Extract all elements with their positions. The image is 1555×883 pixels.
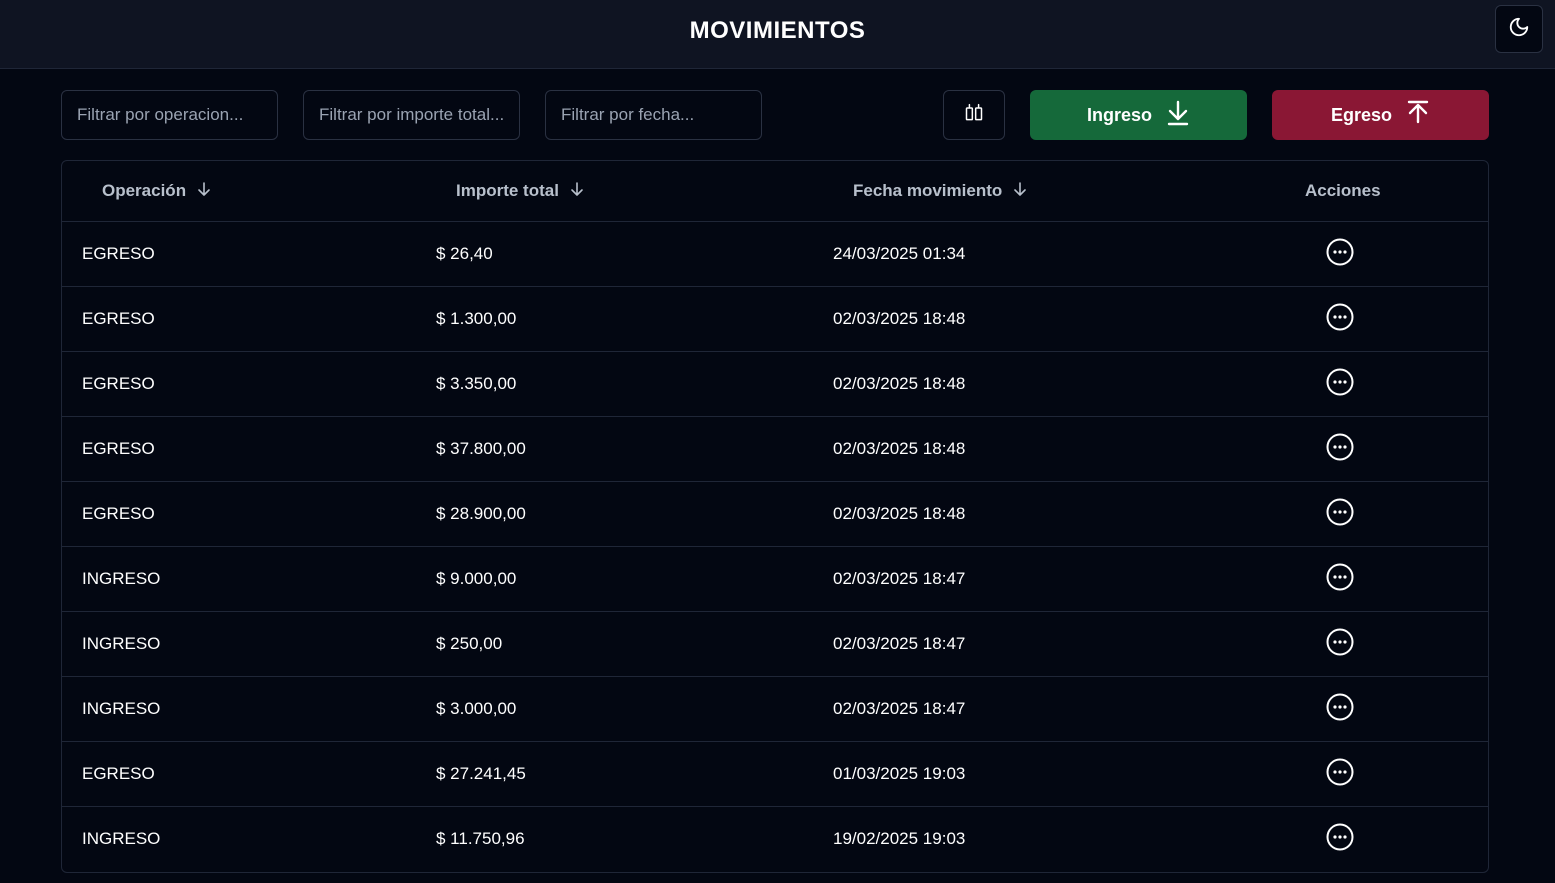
ingreso-label: Ingreso — [1086, 104, 1152, 125]
column-label: Importe total — [456, 181, 559, 200]
column-header-importe[interactable]: Importe total — [456, 161, 585, 221]
table-header: Operación Importe total Fecha movimiento… — [62, 161, 1488, 222]
more-horizontal-icon — [1325, 692, 1355, 727]
cell-operacion: EGRESO — [82, 504, 155, 523]
columns-toggle-button[interactable] — [943, 90, 1005, 140]
more-actions-button[interactable] — [1325, 757, 1355, 792]
cell-importe: $ 11.750,96 — [436, 829, 525, 848]
table-body: EGRESO $ 26,40 24/03/2025 01:34 EGRESO $… — [62, 222, 1488, 872]
cell-fecha: 01/03/2025 19:03 — [833, 764, 966, 783]
filter-operacion-input[interactable] — [61, 90, 278, 140]
egreso-label: Egreso — [1330, 104, 1393, 125]
cell-operacion: INGRESO — [82, 634, 161, 653]
more-actions-button[interactable] — [1325, 627, 1355, 662]
cell-operacion: EGRESO — [82, 309, 155, 328]
more-actions-button[interactable] — [1325, 562, 1355, 597]
more-actions-button[interactable] — [1325, 497, 1355, 532]
cell-acciones — [1325, 482, 1355, 546]
column-label: Operación — [102, 181, 187, 200]
table-row[interactable]: EGRESO $ 28.900,00 02/03/2025 18:48 — [62, 482, 1488, 547]
table-row[interactable]: INGRESO $ 3.000,00 02/03/2025 18:47 — [62, 677, 1488, 742]
cell-acciones — [1325, 417, 1355, 481]
cell-importe: $ 3.350,00 — [436, 374, 517, 393]
filter-importe-input[interactable] — [303, 90, 520, 140]
cell-operacion: EGRESO — [82, 244, 155, 263]
more-horizontal-icon — [1325, 302, 1355, 337]
cell-operacion: EGRESO — [82, 439, 155, 458]
more-actions-button[interactable] — [1325, 237, 1355, 272]
cell-operacion: INGRESO — [82, 569, 161, 588]
table-row[interactable]: EGRESO $ 3.350,00 02/03/2025 18:48 — [62, 352, 1488, 417]
movements-table: Operación Importe total Fecha movimiento… — [61, 160, 1489, 873]
more-horizontal-icon — [1325, 757, 1355, 792]
more-actions-button[interactable] — [1325, 367, 1355, 402]
more-horizontal-icon — [1325, 822, 1355, 857]
table-row[interactable]: EGRESO $ 1.300,00 02/03/2025 18:48 — [62, 287, 1488, 352]
cell-acciones — [1325, 222, 1355, 286]
table-row[interactable]: EGRESO $ 27.241,45 01/03/2025 19:03 — [62, 742, 1488, 807]
cell-acciones — [1325, 807, 1355, 871]
cell-fecha: 02/03/2025 18:47 — [833, 569, 966, 588]
more-horizontal-icon — [1325, 237, 1355, 272]
more-horizontal-icon — [1325, 627, 1355, 662]
page-title: MOVIMIENTOS — [689, 17, 866, 44]
cell-acciones — [1325, 677, 1355, 741]
filter-fecha-input[interactable] — [545, 90, 762, 140]
column-header-acciones: Acciones — [1305, 161, 1381, 221]
cell-operacion: EGRESO — [82, 764, 155, 783]
arrow-down-icon — [196, 181, 212, 202]
cell-importe: $ 250,00 — [436, 634, 503, 653]
cell-acciones — [1325, 612, 1355, 676]
theme-toggle-button[interactable] — [1495, 5, 1543, 53]
cell-operacion: INGRESO — [82, 699, 161, 718]
cell-importe: $ 28.900,00 — [436, 504, 526, 523]
more-actions-button[interactable] — [1325, 302, 1355, 337]
top-bar: MOVIMIENTOS — [0, 0, 1555, 69]
more-actions-button[interactable] — [1325, 822, 1355, 857]
more-actions-button[interactable] — [1325, 432, 1355, 467]
more-horizontal-icon — [1325, 497, 1355, 532]
table-row[interactable]: INGRESO $ 11.750,96 19/02/2025 19:03 — [62, 807, 1488, 872]
cell-fecha: 02/03/2025 18:48 — [833, 374, 966, 393]
cell-acciones — [1325, 287, 1355, 351]
cell-acciones — [1325, 742, 1355, 806]
column-header-operacion[interactable]: Operación — [102, 161, 212, 221]
arrow-down-icon — [1012, 181, 1028, 202]
cell-acciones — [1325, 547, 1355, 611]
cell-operacion: EGRESO — [82, 374, 155, 393]
download-icon — [1166, 100, 1190, 131]
more-horizontal-icon — [1325, 367, 1355, 402]
columns-icon — [964, 103, 984, 128]
cell-fecha: 02/03/2025 18:48 — [833, 439, 966, 458]
upload-icon — [1406, 100, 1430, 131]
moon-icon — [1508, 16, 1530, 43]
egreso-button[interactable]: Egreso — [1272, 90, 1489, 140]
table-row[interactable]: INGRESO $ 9.000,00 02/03/2025 18:47 — [62, 547, 1488, 612]
more-horizontal-icon — [1325, 432, 1355, 467]
cell-fecha: 02/03/2025 18:47 — [833, 699, 966, 718]
cell-fecha: 02/03/2025 18:47 — [833, 634, 966, 653]
cell-importe: $ 27.241,45 — [436, 764, 526, 783]
column-header-fecha[interactable]: Fecha movimiento — [853, 161, 1028, 221]
cell-importe: $ 9.000,00 — [436, 569, 517, 588]
cell-importe: $ 26,40 — [436, 244, 493, 263]
cell-importe: $ 37.800,00 — [436, 439, 526, 458]
cell-fecha: 02/03/2025 18:48 — [833, 309, 966, 328]
cell-importe: $ 3.000,00 — [436, 699, 517, 718]
table-row[interactable]: INGRESO $ 250,00 02/03/2025 18:47 — [62, 612, 1488, 677]
cell-operacion: INGRESO — [82, 829, 161, 848]
table-row[interactable]: EGRESO $ 37.800,00 02/03/2025 18:48 — [62, 417, 1488, 482]
column-label: Fecha movimiento — [853, 181, 1003, 200]
table-row[interactable]: EGRESO $ 26,40 24/03/2025 01:34 — [62, 222, 1488, 287]
ingreso-button[interactable]: Ingreso — [1030, 90, 1247, 140]
more-actions-button[interactable] — [1325, 692, 1355, 727]
more-horizontal-icon — [1325, 562, 1355, 597]
cell-fecha: 19/02/2025 19:03 — [833, 829, 966, 848]
cell-acciones — [1325, 352, 1355, 416]
column-label: Acciones — [1305, 181, 1381, 200]
arrow-down-icon — [569, 181, 585, 202]
cell-fecha: 02/03/2025 18:48 — [833, 504, 966, 523]
cell-fecha: 24/03/2025 01:34 — [833, 244, 966, 263]
cell-importe: $ 1.300,00 — [436, 309, 517, 328]
